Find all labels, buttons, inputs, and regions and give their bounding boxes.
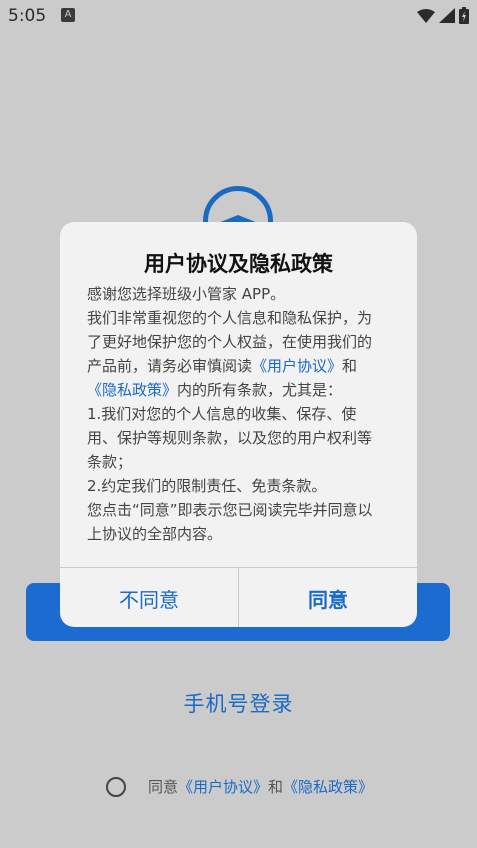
signal-icon	[439, 8, 455, 23]
privacy-policy-link[interactable]: 《隐私政策》	[283, 776, 373, 797]
dialog-line: 您点击“同意”即表示您已阅读完毕并同意以	[87, 501, 373, 519]
agreement-row: 同意 《用户协议》 和 《隐私政策》	[106, 776, 373, 797]
disagree-button[interactable]: 不同意	[60, 568, 239, 627]
dialog-line: 产品前，请务必审慎阅读《用户协议》和	[87, 354, 393, 378]
battery-icon	[459, 7, 469, 24]
dialog-actions: 不同意 同意	[60, 567, 417, 627]
dialog-line: 条款；	[87, 453, 133, 471]
agree-button[interactable]: 同意	[239, 568, 417, 627]
dialog-line: 《隐私政策》内的所有条款，尤其是：	[87, 378, 393, 402]
dialog-line: 2.约定我们的限制责任、免责条款。	[87, 477, 327, 495]
agree-and: 和	[268, 778, 284, 796]
dialog-line: 用、保护等规则条款，以及您的用户权利等	[87, 429, 373, 447]
agreement-dialog: 用户协议及隐私政策 感谢您选择班级小管家 APP。 我们非常重视您的个人信息和隐…	[60, 222, 417, 627]
agree-prefix: 同意	[148, 778, 179, 796]
dialog-line: 了更好地保护您的个人权益，在使用我们的	[87, 333, 373, 351]
dialog-line: 1.我们对您的个人信息的收集、保存、使	[87, 405, 357, 423]
dialog-line: 上协议的全部内容。	[87, 525, 223, 543]
dialog-and: 和	[342, 357, 358, 375]
user-agreement-link[interactable]: 《用户协议》	[178, 776, 268, 797]
agree-checkbox[interactable]	[106, 776, 126, 797]
wifi-icon	[417, 8, 435, 23]
dialog-line-text: 产品前，请务必审慎阅读	[87, 357, 253, 375]
dialog-line-text: 内的所有条款，尤其是：	[177, 381, 343, 399]
status-icons	[417, 7, 469, 24]
dialog-body: 感谢您选择班级小管家 APP。 我们非常重视您的个人信息和隐私保护，为 了更好地…	[87, 282, 393, 546]
dialog-line: 感谢您选择班级小管家 APP。	[87, 285, 286, 303]
dialog-line: 我们非常重视您的个人信息和隐私保护，为	[87, 309, 373, 327]
phone-login-link[interactable]: 手机号登录	[0, 688, 477, 718]
privacy-policy-link[interactable]: 《隐私政策》	[87, 381, 177, 399]
status-time: 5:05	[8, 6, 47, 26]
user-agreement-link[interactable]: 《用户协议》	[252, 357, 342, 375]
dialog-title: 用户协议及隐私政策	[144, 252, 333, 276]
notification-icon: A	[61, 8, 75, 22]
status-bar: 5:05 A	[0, 0, 477, 34]
